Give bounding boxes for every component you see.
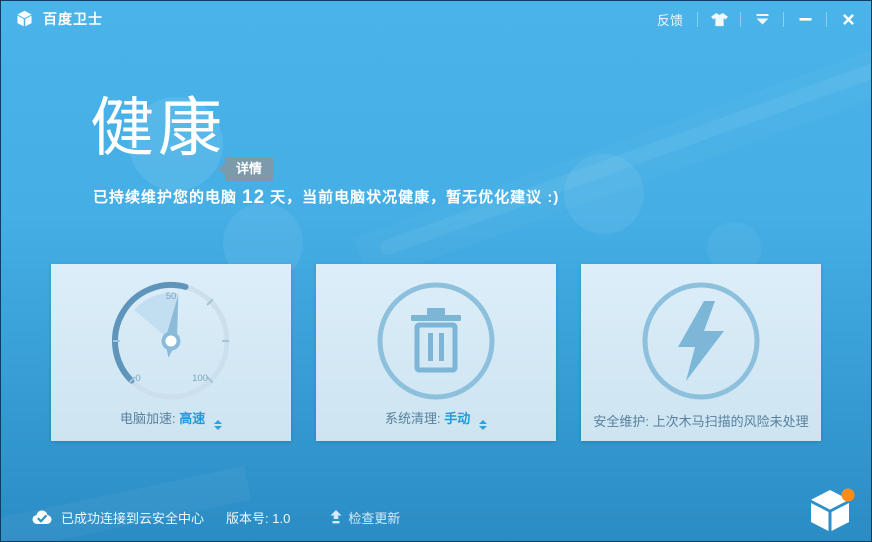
app-window: 百度卫士 反馈: [0, 0, 872, 542]
notification-dot: [842, 489, 855, 502]
status-subtitle: 已持续维护您的电脑 12 天，当前电脑状况健康，暂无优化建议 :): [93, 186, 559, 209]
security-label: 安全维护: 上次木马扫描的风险未处理: [581, 411, 821, 430]
cleanup-label-row: 系统清理: 手动: [316, 408, 556, 430]
sort-up-icon: [479, 420, 487, 424]
details-badge[interactable]: 详情: [225, 157, 273, 181]
gauge-min-label: 0: [135, 373, 140, 384]
speedup-label: 电脑加速:: [120, 411, 176, 426]
cloud-check-icon: [31, 509, 53, 525]
minimize-icon: [799, 13, 812, 25]
close-button[interactable]: [835, 7, 861, 31]
feature-cards: 0 50 100 电脑加速: 高速: [51, 264, 821, 441]
gauge-mid-label: 50: [166, 291, 177, 302]
check-update-link[interactable]: 检查更新: [330, 508, 400, 527]
cleanup-mode-value[interactable]: 手动: [444, 411, 470, 426]
update-arrow-icon: [330, 510, 342, 524]
titlebar-divider: [740, 12, 741, 27]
minimize-button[interactable]: [792, 7, 818, 31]
app-title: 百度卫士: [43, 9, 103, 29]
cloud-connection-status: 已成功连接到云安全中心: [31, 508, 204, 527]
subtitle-suffix: 天，当前电脑状况健康，暂无优化建议 :): [270, 189, 559, 206]
app-logo-icon: [15, 10, 34, 28]
titlebar-controls: 反馈: [651, 7, 861, 31]
cleanup-label: 系统清理:: [385, 411, 441, 426]
sort-down-icon: [479, 426, 487, 430]
background-bubble: [564, 154, 644, 234]
feedback-button[interactable]: 反馈: [651, 10, 689, 29]
speedometer-gauge-icon: 0 50 100: [111, 281, 231, 401]
card-pc-speedup[interactable]: 0 50 100 电脑加速: 高速: [51, 264, 291, 441]
titlebar: 百度卫士 反馈: [1, 1, 871, 37]
cleanup-mode-selector[interactable]: [479, 420, 487, 430]
card-system-cleanup[interactable]: 系统清理: 手动: [316, 264, 556, 441]
health-status-title: 健康: [90, 96, 226, 160]
connection-status-text: 已成功连接到云安全中心: [61, 508, 204, 527]
subtitle-prefix: 已持续维护您的电脑: [93, 189, 237, 206]
titlebar-divider: [697, 12, 698, 27]
titlebar-brand: 百度卫士: [15, 9, 103, 29]
speedup-mode-selector[interactable]: [214, 420, 222, 430]
footer-bar: 已成功连接到云安全中心 版本号: 1.0 检查更新: [1, 493, 871, 541]
tshirt-icon: [710, 12, 729, 27]
skin-tshirt-button[interactable]: [706, 7, 732, 31]
sort-down-icon: [214, 426, 222, 430]
sort-up-icon: [214, 420, 222, 424]
main-menu-button[interactable]: [749, 7, 775, 31]
speedup-mode-value[interactable]: 高速: [179, 411, 205, 426]
close-icon: [842, 13, 855, 26]
maintained-days-count: 12: [242, 187, 265, 208]
tray-logo-notification[interactable]: [806, 487, 856, 534]
titlebar-divider: [783, 12, 784, 27]
speedup-label-row: 电脑加速: 高速: [51, 408, 291, 430]
menu-dropdown-icon: [756, 14, 769, 25]
lightning-icon: [641, 281, 761, 401]
card-security-maintenance[interactable]: 安全维护: 上次木马扫描的风险未处理: [581, 264, 821, 441]
trash-icon: [376, 281, 496, 401]
background-swoosh: [354, 6, 872, 282]
gauge-max-label: 100: [192, 373, 208, 384]
titlebar-divider: [826, 12, 827, 27]
check-update-label: 检查更新: [348, 508, 400, 527]
version-label: 版本号: 1.0: [226, 508, 290, 527]
